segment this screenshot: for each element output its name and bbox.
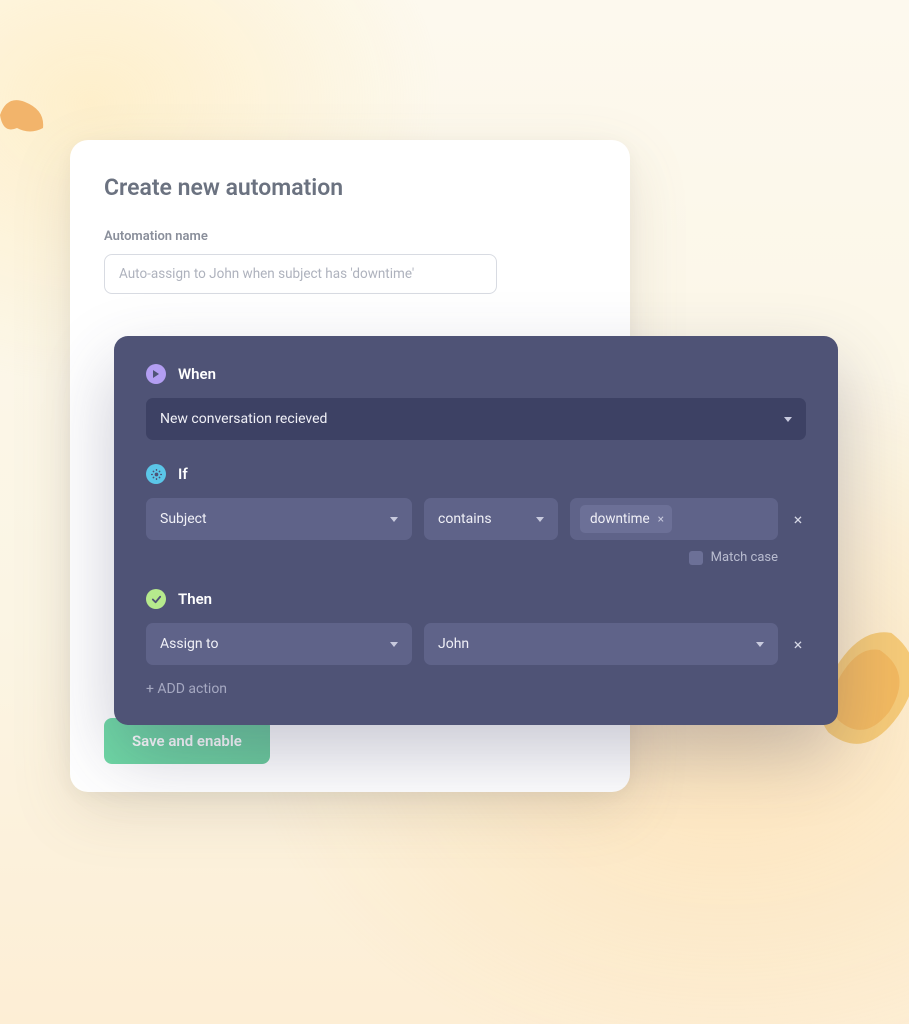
when-title: When xyxy=(178,365,216,383)
then-action-select[interactable]: Assign to xyxy=(146,623,412,665)
remove-action-icon[interactable]: × xyxy=(790,636,806,652)
then-action-value: Assign to xyxy=(160,636,218,652)
gear-icon xyxy=(146,464,166,484)
if-value-tag: downtime × xyxy=(580,505,672,533)
chevron-down-icon xyxy=(390,517,398,522)
automation-name-input[interactable] xyxy=(104,254,497,294)
chevron-down-icon xyxy=(390,642,398,647)
rules-panel: When New conversation recieved If Subjec… xyxy=(114,336,838,725)
if-operator-select[interactable]: contains xyxy=(424,498,558,540)
match-case-label: Match case xyxy=(711,550,778,565)
automation-name-label: Automation name xyxy=(104,229,596,244)
if-field-select[interactable]: Subject xyxy=(146,498,412,540)
chevron-down-icon xyxy=(784,417,792,422)
if-section: If Subject contains downtime × × Match c… xyxy=(146,464,806,565)
if-value-tag-text: downtime xyxy=(590,511,650,527)
then-target-value: John xyxy=(438,636,469,652)
match-case-checkbox[interactable] xyxy=(689,551,703,565)
then-title: Then xyxy=(178,590,212,608)
when-section: When New conversation recieved xyxy=(146,364,806,440)
when-trigger-value: New conversation recieved xyxy=(160,411,327,427)
when-trigger-select[interactable]: New conversation recieved xyxy=(146,398,806,440)
chevron-down-icon xyxy=(536,517,544,522)
if-value-input[interactable]: downtime × xyxy=(570,498,778,540)
add-action-button[interactable]: + ADD action xyxy=(146,681,227,697)
chevron-down-icon xyxy=(756,642,764,647)
page-title: Create new automation xyxy=(104,174,596,201)
if-operator-value: contains xyxy=(438,511,492,527)
check-icon xyxy=(146,589,166,609)
if-field-value: Subject xyxy=(160,511,207,527)
then-target-select[interactable]: John xyxy=(424,623,778,665)
if-title: If xyxy=(178,465,188,483)
remove-condition-icon[interactable]: × xyxy=(790,511,806,527)
then-section: Then Assign to John × + ADD action xyxy=(146,589,806,697)
play-icon xyxy=(146,364,166,384)
decorative-blob-top xyxy=(0,90,65,140)
remove-tag-icon[interactable]: × xyxy=(658,512,664,526)
